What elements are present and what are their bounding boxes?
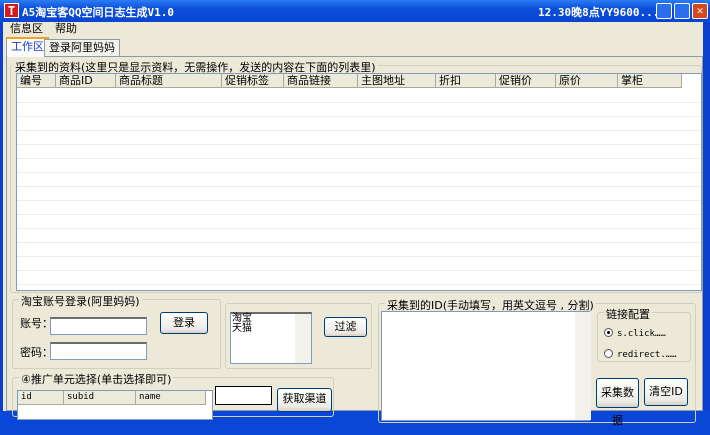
tab-panel: 采集到的资料(这里只是显示资料，无需操作，发送的内容在下面的列表里) 编号 商品I… [6,56,703,427]
col-header[interactable]: 商品链接 [284,74,358,88]
filter-button[interactable]: 过滤 [324,317,367,337]
menu-info[interactable]: 信息区 [10,22,43,35]
row-line [17,158,701,159]
collected-group: 采集到的资料(这里只是显示资料，无需操作，发送的内容在下面的列表里) 编号 商品I… [10,59,702,293]
tab-workspace[interactable]: 工作区 [6,37,49,57]
col-name[interactable]: name [136,391,206,405]
get-channel-button[interactable]: 获取渠道 [277,388,332,412]
row-line [17,214,701,215]
app-icon: T [4,3,19,18]
collect-button[interactable]: 采集数据 [596,378,639,427]
minimize-button[interactable] [656,3,672,19]
ids-scrollbar[interactable] [575,312,591,420]
row-line [17,130,701,131]
app-window: T A5淘宝客QQ空间日志生成V1.0 12.30晚8点YY9600... ✕ … [0,0,710,427]
ids-group: 采集到的ID(手动填写，用英文逗号 , 分割) 链接配置 s.click…… r… [378,297,696,427]
window-title: A5淘宝客QQ空间日志生成V1.0 [22,6,174,19]
password-label: 密码： [20,346,53,359]
unit-label: ④推广单元选择(单击选择即可) [19,371,174,387]
col-header[interactable]: 原价 [556,74,618,88]
row-line [17,116,701,117]
menu-help[interactable]: 帮助 [55,22,77,35]
row-line [17,270,701,271]
radio-icon [604,328,613,337]
unit-group: ④推广单元选择(单击选择即可) id subid name 获取渠道 [12,371,334,420]
col-header[interactable]: 掌柜 [618,74,682,88]
col-header[interactable]: 编号 [17,74,56,88]
collected-table[interactable]: 编号 商品ID 商品标题 促销标签 商品链接 主图地址 折扣 促销价 原价 掌柜 [16,73,702,291]
password-input[interactable] [50,342,147,360]
col-id[interactable]: id [18,391,64,405]
filter-group: 淘宝 天猫 过滤 [225,303,372,369]
col-header[interactable]: 主图地址 [358,74,436,88]
radio-redirect[interactable]: redirect.…… [604,349,677,360]
title-bar: T A5淘宝客QQ空间日志生成V1.0 12.30晚8点YY9600... ✕ [0,0,710,22]
menu-bar: 信息区 帮助 [6,22,706,36]
col-header[interactable]: 促销标签 [222,74,284,88]
radio-sclick[interactable]: s.click…… [604,328,666,339]
ids-textarea[interactable] [381,311,590,421]
login-button[interactable]: 登录 [160,312,208,334]
row-line [17,186,701,187]
window-subtitle: 12.30晚8点YY9600... [538,6,660,19]
col-header[interactable]: 商品ID [56,74,116,88]
maximize-button[interactable] [674,3,690,19]
clear-id-button[interactable]: 清空ID [644,378,688,406]
account-input[interactable] [50,317,147,335]
platform-listbox[interactable]: 淘宝 天猫 [230,312,312,364]
col-header[interactable]: 促销价 [496,74,556,88]
col-subid[interactable]: subid [64,391,136,405]
account-label: 账号： [20,317,53,330]
radio-icon [604,349,613,358]
row-line [17,200,701,201]
unit-input[interactable] [215,386,272,405]
login-label: 淘宝账号登录(阿里妈妈) [19,293,142,309]
unit-table[interactable]: id subid name [17,390,213,420]
row-line [17,256,701,257]
link-config-label: 链接配置 [604,306,652,322]
row-line [17,102,701,103]
row-line [17,228,701,229]
login-group: 淘宝账号登录(阿里妈妈) 账号： 密码： 登录 [12,293,221,369]
row-line [17,172,701,173]
close-button[interactable]: ✕ [692,3,708,19]
row-line [17,284,701,285]
row-line [17,242,701,243]
row-line [17,144,701,145]
col-header[interactable]: 商品标题 [116,74,222,88]
link-config-group: 链接配置 s.click…… redirect.…… [597,306,691,362]
col-header[interactable]: 折扣 [436,74,496,88]
listbox-scrollbar[interactable] [295,314,311,363]
tab-login-alimama[interactable]: 登录阿里妈妈 [44,39,120,57]
